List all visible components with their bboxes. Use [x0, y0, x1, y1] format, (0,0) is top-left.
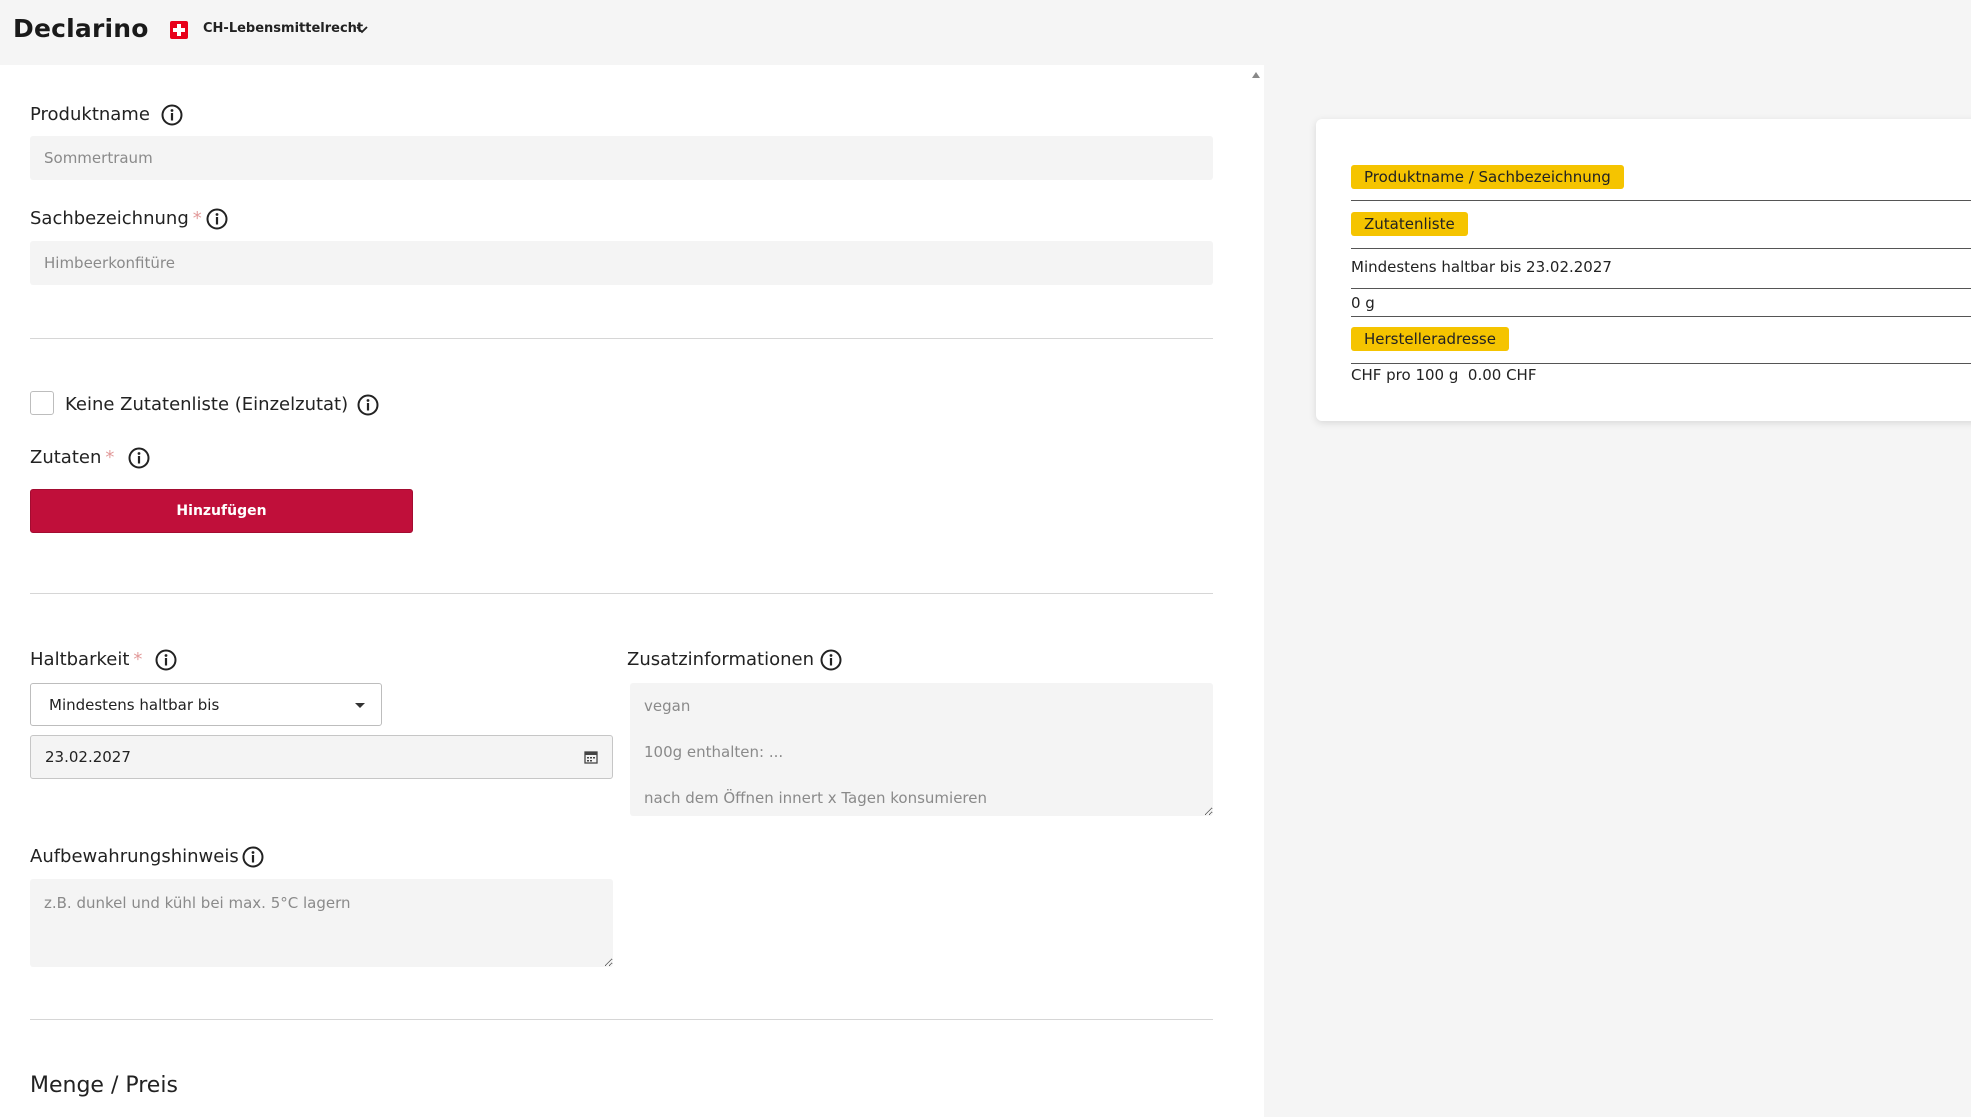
- app-logo[interactable]: Declarino: [13, 14, 149, 43]
- info-icon[interactable]: [160, 103, 184, 127]
- calendar-icon[interactable]: [584, 750, 598, 764]
- zusatzinformationen-label: Zusatzinformationen: [627, 649, 815, 670]
- preview-divider: [1351, 248, 1971, 249]
- sachbezeichnung-label: Sachbezeichnung *: [30, 208, 202, 229]
- divider: [30, 338, 1213, 339]
- divider: [30, 1019, 1213, 1020]
- swiss-flag-icon: [170, 21, 188, 39]
- haltbarkeit-date-value: 23.02.2027: [45, 748, 131, 766]
- sachbezeichnung-input[interactable]: [30, 241, 1213, 285]
- preview-divider: [1351, 363, 1971, 364]
- required-marker: *: [192, 208, 202, 229]
- haltbarkeit-selected-value: Mindestens haltbar bis: [49, 696, 220, 714]
- aufbewahrungshinweis-textarea[interactable]: [30, 879, 613, 967]
- aufbewahrungshinweis-label: Aufbewahrungshinweis: [30, 846, 239, 867]
- keine-zutatenliste-label[interactable]: Keine Zutatenliste (Einzelzutat): [65, 394, 348, 415]
- required-marker: *: [105, 447, 115, 468]
- info-icon[interactable]: [154, 648, 178, 672]
- preview-badge-produktname: Produktname / Sachbezeichnung: [1351, 165, 1624, 189]
- info-icon[interactable]: [356, 393, 380, 417]
- haltbarkeit-select[interactable]: Mindestens haltbar bis: [30, 683, 382, 726]
- haltbarkeit-label: Haltbarkeit *: [30, 649, 143, 670]
- preview-divider: [1351, 288, 1971, 289]
- scroll-up-arrow-icon[interactable]: [1251, 70, 1261, 80]
- divider: [30, 593, 1213, 594]
- keine-zutatenliste-checkbox[interactable]: [30, 391, 54, 415]
- info-icon[interactable]: [241, 845, 265, 869]
- info-icon[interactable]: [819, 648, 843, 672]
- zusatzinformationen-textarea[interactable]: [630, 683, 1213, 816]
- caret-down-icon: [355, 703, 365, 708]
- preview-divider: [1351, 316, 1971, 317]
- preview-divider: [1351, 200, 1971, 201]
- app-header: Declarino CH-Lebensmittelrecht: [0, 0, 1971, 65]
- preview-haltbarkeit: Mindestens haltbar bis 23.02.2027: [1351, 258, 1612, 276]
- preview-badge-zutatenliste: Zutatenliste: [1351, 212, 1468, 236]
- region-selector-label[interactable]: CH-Lebensmittelrecht: [203, 21, 363, 36]
- haltbarkeit-date-input[interactable]: 23.02.2027: [30, 735, 613, 779]
- produktname-label: Produktname: [30, 104, 150, 125]
- menge-preis-title: Menge / Preis: [30, 1073, 178, 1098]
- info-icon[interactable]: [205, 207, 229, 231]
- add-ingredient-button[interactable]: Hinzufügen: [30, 489, 413, 533]
- zutaten-label: Zutaten *: [30, 447, 115, 468]
- required-marker: *: [133, 649, 143, 670]
- info-icon[interactable]: [127, 446, 151, 470]
- chevron-down-icon[interactable]: [355, 22, 369, 36]
- preview-preis: CHF pro 100 g 0.00 CHF: [1351, 366, 1537, 384]
- produktname-input[interactable]: [30, 136, 1213, 180]
- preview-badge-herstelleradresse: Herstelleradresse: [1351, 327, 1509, 351]
- preview-menge: 0 g: [1351, 294, 1375, 312]
